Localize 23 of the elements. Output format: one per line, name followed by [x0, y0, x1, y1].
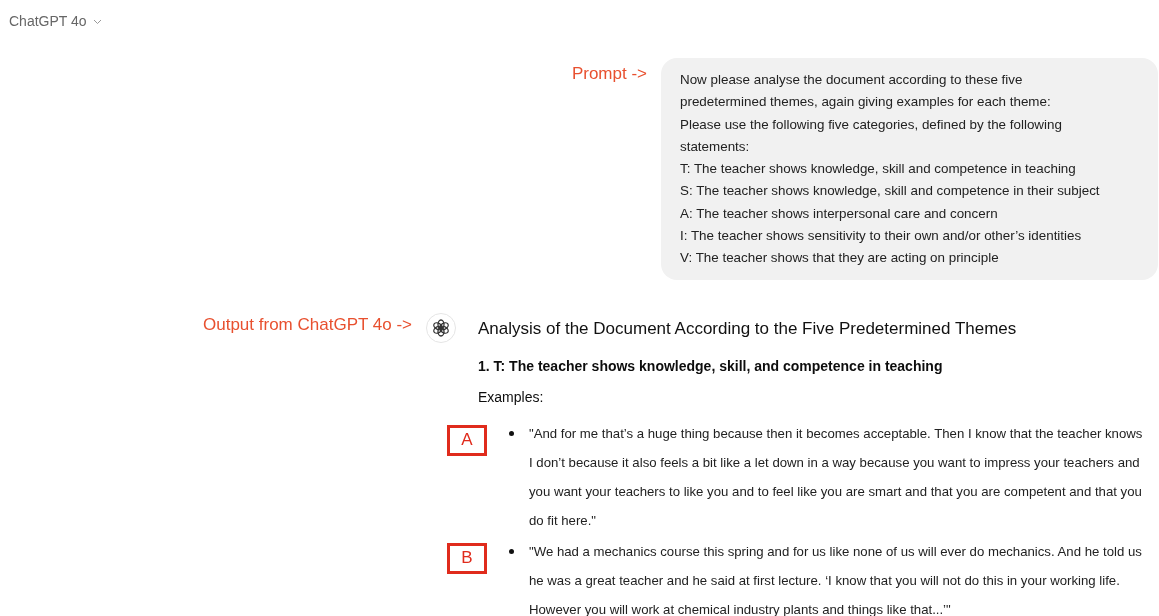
assistant-logo-icon	[426, 312, 456, 343]
annotation-label: Output from ChatGPT 4o ->	[203, 314, 412, 335]
response-heading: Analysis of the Document According to the Five Predetermined Themes	[478, 317, 1018, 340]
prompt-line: V: The teacher shows that they are acting on principle	[680, 249, 1000, 268]
prompt-line: T: The teacher shows knowledge, skill and competence in teaching	[680, 160, 1077, 179]
prompt-line: A: The teacher shows interpersonal care and concern	[680, 204, 999, 223]
bullet-icon	[509, 430, 514, 436]
prompt-line: S: The teacher shows knowledge, skill and competence in their subject	[680, 182, 1101, 201]
prompt-line: predetermined themes, again giving examples for each theme:	[680, 93, 1052, 112]
example-quote: "We had a mechanics course this spring and for us like none of us will ever do mechanics. And he told us he was a great teacher and he said at first lecture. ‘I know that you will not do this in your working life. However you will work at chemical industry plants and things like that...’"	[529, 542, 1143, 616]
prompt-line: I: The teacher shows sensitivity to their own and/or other’s identities	[680, 227, 1083, 246]
bullet-icon	[509, 548, 514, 554]
prompt-line: Now please analyse the document according to these five	[680, 71, 1024, 89]
chevron-down-icon[interactable]	[92, 19, 102, 25]
example-quote: "And for me that’s a huge thing because then it becomes acceptable. Then I know that the teacher knows I don’t because it also feels a bit like a let down in a way because you want to impress your teachers and you want your teachers to like you and to feel like you are smart and that you are competent and that you do fit here."	[529, 424, 1144, 530]
prompt-line: statements:	[680, 137, 751, 156]
section-title: 1. T: The teacher shows knowledge, skill, and competence in teaching	[478, 357, 944, 374]
annotation-label: Prompt ->	[571, 64, 647, 85]
annotation-marker: A	[447, 424, 487, 456]
model-selector[interactable]: ChatGPT 4o	[9, 13, 87, 29]
prompt-line: Please use the following five categories, defined by the following	[680, 115, 1063, 134]
annotation-marker: B	[447, 542, 487, 574]
section-subheading: Examples:	[478, 388, 545, 405]
